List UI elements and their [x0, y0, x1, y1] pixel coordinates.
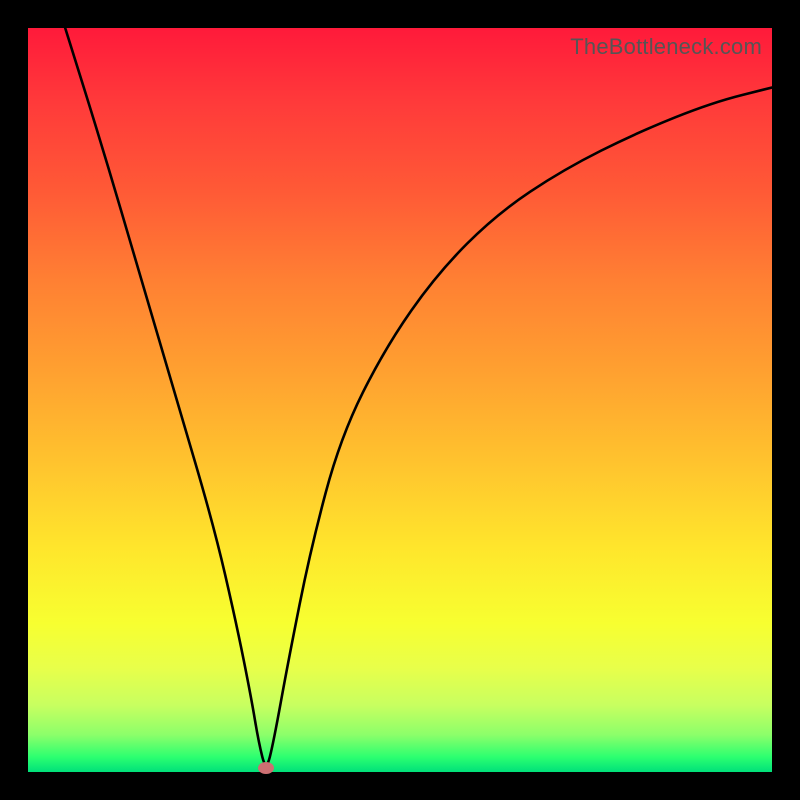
- minimum-marker: [258, 762, 274, 774]
- watermark-text: TheBottleneck.com: [570, 34, 762, 60]
- bottleneck-curve: [28, 28, 772, 772]
- chart-frame: TheBottleneck.com: [0, 0, 800, 800]
- plot-area: TheBottleneck.com: [28, 28, 772, 772]
